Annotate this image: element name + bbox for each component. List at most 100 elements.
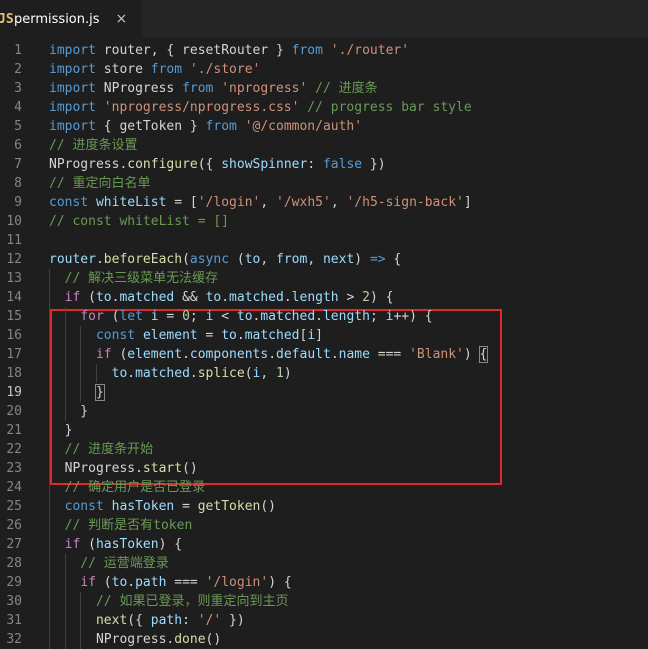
code-line[interactable]: 16 const element = to.matched[i] bbox=[0, 326, 648, 345]
code-line[interactable]: 19 } bbox=[0, 383, 648, 402]
code-line[interactable]: 10 // const whiteList = [] bbox=[0, 212, 648, 231]
code-line[interactable]: 29 if (to.path === '/login') { bbox=[0, 573, 648, 592]
code-line[interactable]: 9 const whiteList = ['/login', '/wxh5', '… bbox=[0, 193, 648, 212]
line-number: 11 bbox=[6, 233, 22, 248]
code-line[interactable]: 24 // 确定用户是否已登录 bbox=[0, 478, 648, 497]
indent-guide bbox=[49, 573, 50, 592]
code-text: // 如果已登录，则重定向到主页 bbox=[49, 592, 288, 611]
code-token: ) bbox=[463, 347, 480, 362]
code-token: path bbox=[135, 575, 167, 590]
code-text: import { getToken } from '@/common/auth' bbox=[49, 117, 362, 136]
indent-guide bbox=[49, 497, 50, 516]
code-line[interactable]: 4 import 'nprogress/nprogress.css' // pro… bbox=[0, 98, 648, 117]
code-token: from bbox=[182, 81, 214, 96]
indent-guide bbox=[64, 307, 66, 326]
code-token: 2 bbox=[362, 290, 370, 305]
code-line[interactable]: 23 NProgress.start() bbox=[0, 459, 648, 478]
code-token: ++) { bbox=[393, 309, 433, 324]
code-token: next bbox=[322, 252, 355, 267]
indent-guide bbox=[49, 345, 50, 364]
code-line[interactable]: 8 // 重定向白名单 bbox=[0, 174, 648, 193]
code-line[interactable]: 18 to.matched.splice(i, 1) bbox=[0, 364, 648, 383]
code-token: hasToken bbox=[111, 499, 175, 514]
code-token: = bbox=[197, 328, 222, 343]
javascript-file-icon: JS bbox=[0, 11, 14, 27]
code-line[interactable]: 26 // 判断是否有token bbox=[0, 516, 648, 535]
code-line[interactable]: 5 import { getToken } from '@/common/auth… bbox=[0, 117, 648, 136]
code-line[interactable]: 27 if (hasToken) { bbox=[0, 535, 648, 554]
indent-guide bbox=[80, 345, 82, 364]
indent-guide bbox=[49, 364, 50, 383]
code-line[interactable]: 21 } bbox=[0, 421, 648, 440]
code-token: matched bbox=[135, 366, 190, 381]
code-line[interactable]: 17 if (element.components.default.name =… bbox=[0, 345, 648, 364]
code-token: }) bbox=[221, 613, 245, 628]
code-text: // const whiteList = [] bbox=[49, 212, 229, 231]
code-token: store bbox=[95, 62, 151, 77]
code-text: to.matched.splice(i, 1) bbox=[49, 364, 292, 383]
code-token: import bbox=[49, 43, 96, 58]
indent-guide bbox=[80, 630, 82, 649]
code-text: } bbox=[49, 402, 88, 421]
indent-guide bbox=[49, 478, 50, 497]
code-token: 'nprogress/nprogress.css' bbox=[103, 100, 300, 115]
code-line[interactable]: 2 import store from './store' bbox=[0, 60, 648, 79]
line-number: 8 bbox=[14, 176, 22, 191]
code-editor[interactable]: 1 import router, { resetRouter } from './… bbox=[0, 41, 648, 649]
code-token: . bbox=[221, 290, 230, 305]
code-token: name bbox=[338, 347, 370, 362]
code-token: () bbox=[260, 499, 277, 514]
code-token: // 判断是否有token bbox=[64, 518, 193, 533]
code-line[interactable]: 7 NProgress.configure({ showSpinner: fals… bbox=[0, 155, 648, 174]
code-line[interactable]: 28 // 运营端登录 bbox=[0, 554, 648, 573]
code-line[interactable]: 13 // 解决三级菜单无法缓存 bbox=[0, 269, 648, 288]
code-line[interactable]: 11 bbox=[0, 231, 648, 250]
code-text: // 运营端登录 bbox=[49, 554, 168, 573]
code-line[interactable]: 15 for (let i = 0; i < to.matched.length… bbox=[0, 307, 648, 326]
code-line[interactable]: 14 if (to.matched && to.matched.length >… bbox=[0, 288, 648, 307]
tab-permission-js[interactable]: JS permission.js × bbox=[0, 0, 142, 38]
code-line[interactable]: 31 next({ path: '/' }) bbox=[0, 611, 648, 630]
code-token: < bbox=[213, 309, 237, 324]
code-line[interactable]: 20 } bbox=[0, 402, 648, 421]
code-text: const whiteList = ['/login', '/wxh5', '/… bbox=[49, 193, 472, 212]
code-token: . bbox=[283, 290, 292, 305]
code-token: whiteList bbox=[95, 195, 167, 210]
code-token: 1 bbox=[276, 366, 284, 381]
code-token: // 确定用户是否已登录 bbox=[64, 480, 206, 495]
code-token: . bbox=[315, 309, 323, 324]
code-line[interactable]: 25 const hasToken = getToken() bbox=[0, 497, 648, 516]
close-icon[interactable]: × bbox=[116, 11, 128, 27]
code-line[interactable]: 6 // 进度条设置 bbox=[0, 136, 648, 155]
line-number: 26 bbox=[6, 518, 22, 533]
code-token: to bbox=[244, 252, 261, 267]
code-token: ; bbox=[369, 309, 386, 324]
code-line[interactable]: 1 import router, { resetRouter } from './… bbox=[0, 41, 648, 60]
indent-guide bbox=[49, 307, 50, 326]
code-token: './router' bbox=[330, 43, 410, 58]
code-token: from bbox=[291, 43, 323, 58]
indent-guide bbox=[64, 630, 66, 649]
code-token: // 进度条 bbox=[307, 81, 378, 96]
indent-guide bbox=[80, 326, 82, 345]
code-token: configure bbox=[127, 157, 198, 172]
code-line[interactable]: 30 // 如果已登录，则重定向到主页 bbox=[0, 592, 648, 611]
indent-guide bbox=[80, 383, 82, 402]
code-line[interactable]: 32 NProgress.done() bbox=[0, 630, 648, 649]
code-line[interactable]: 22 // 进度条开始 bbox=[0, 440, 648, 459]
code-token: // 进度条设置 bbox=[49, 138, 138, 153]
code-token: import bbox=[49, 100, 96, 115]
code-token: . bbox=[189, 366, 198, 381]
code-text: import NProgress from 'nprogress' // 进度条 bbox=[49, 79, 378, 98]
code-line[interactable]: 3 import NProgress from 'nprogress' // 进度… bbox=[0, 79, 648, 98]
code-token: NProgress bbox=[95, 81, 183, 96]
code-token: , bbox=[260, 252, 277, 267]
code-token: = [ bbox=[166, 195, 198, 210]
code-token: ( bbox=[95, 575, 112, 590]
code-token: NProgress. bbox=[49, 157, 128, 172]
indent-guide bbox=[49, 288, 50, 307]
code-line[interactable]: 12 router.beforeEach(async (to, from, nex… bbox=[0, 250, 648, 269]
